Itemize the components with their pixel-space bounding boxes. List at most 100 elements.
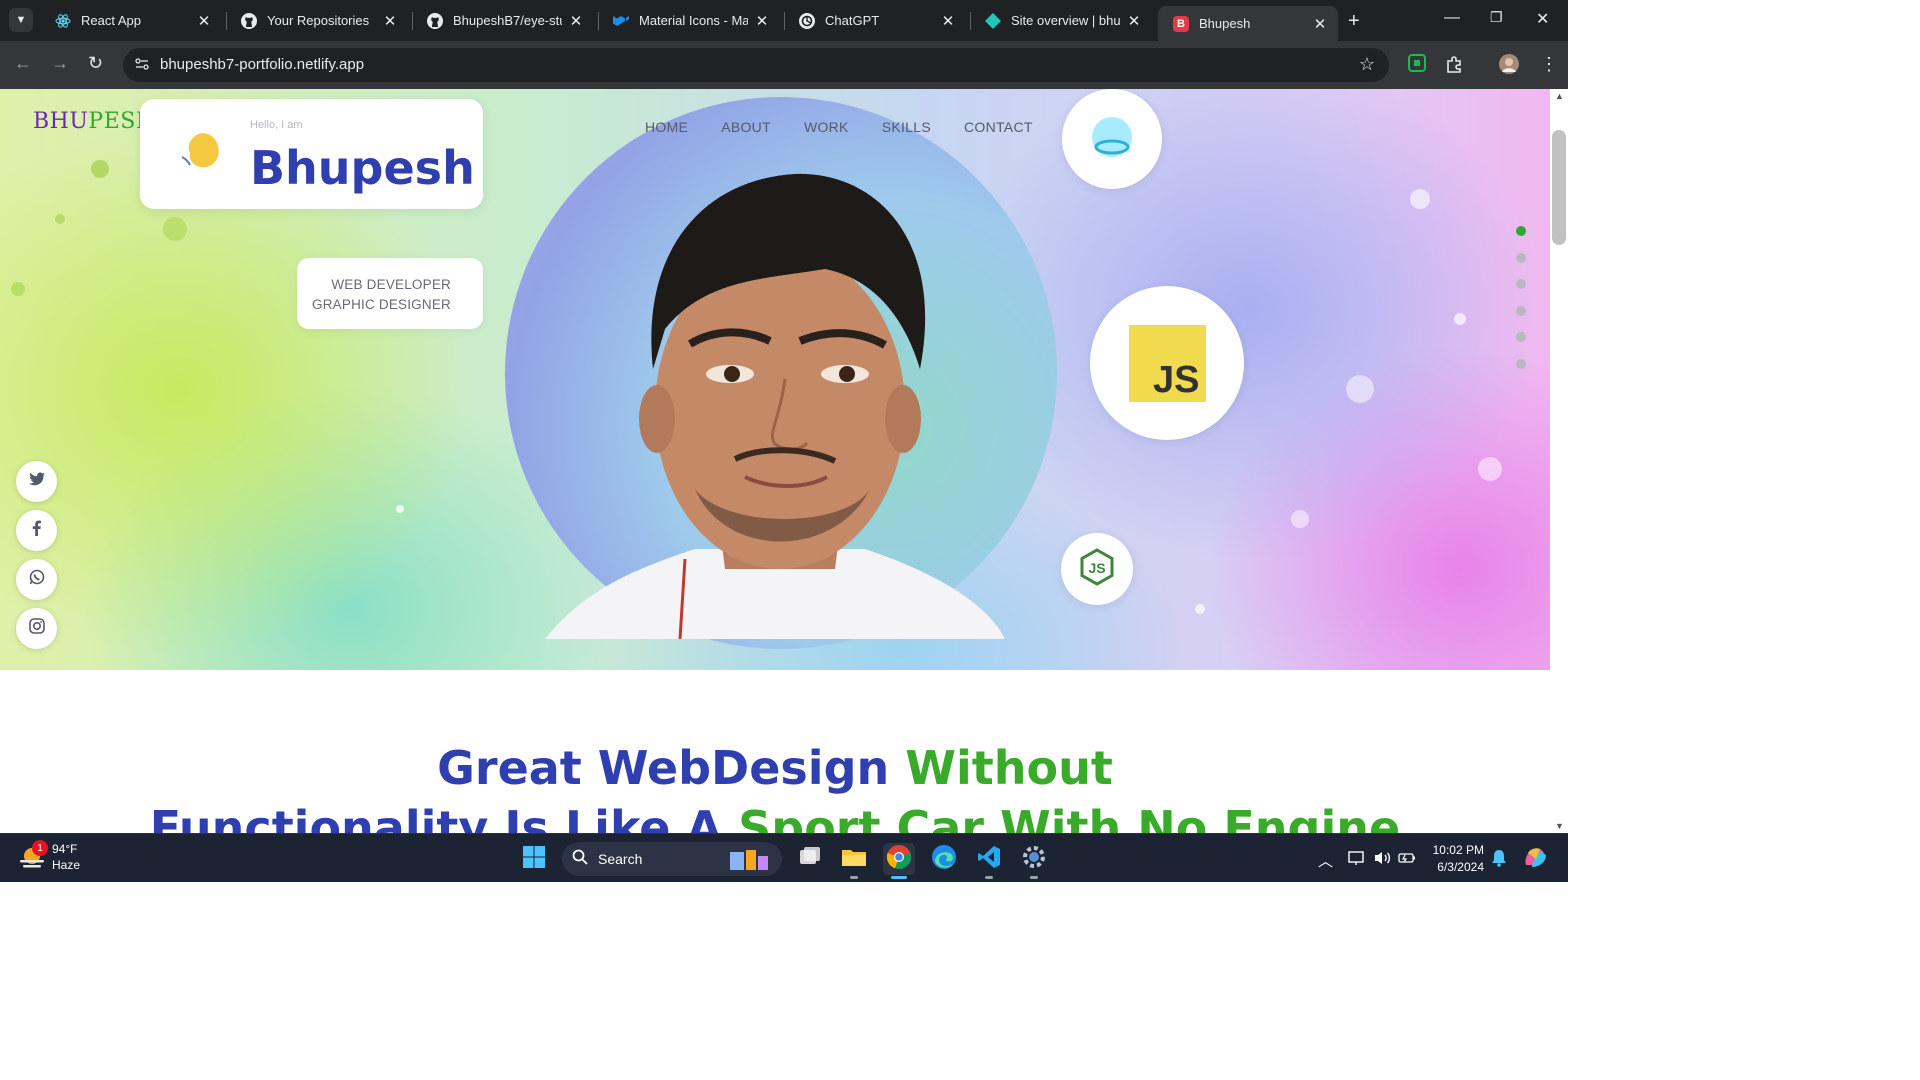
nodejs-badge: JS: [1061, 533, 1133, 605]
section-dot-4[interactable]: [1516, 305, 1526, 316]
section-dot-6[interactable]: [1516, 358, 1526, 369]
tab-close-icon[interactable]: ✕: [382, 12, 398, 30]
role-web-developer: WEB DEVELOPER: [331, 277, 451, 292]
role-card: WEB DEVELOPER GRAPHIC DESIGNER: [297, 258, 483, 329]
new-tab-button[interactable]: +: [1348, 10, 1360, 33]
nodejs-icon: JS: [1077, 547, 1117, 592]
chatgpt-icon: [798, 12, 816, 30]
instagram-icon: [28, 618, 45, 639]
show-hidden-icons-chevron-icon[interactable]: ︿: [1318, 850, 1333, 871]
taskbar-search-box[interactable]: Search: [562, 842, 782, 876]
section-dot-2[interactable]: [1516, 252, 1526, 263]
extension-green-icon[interactable]: [1408, 54, 1426, 77]
tab-chatgpt[interactable]: ChatGPT ✕: [784, 6, 966, 35]
settings-taskbar-button[interactable]: [1018, 843, 1050, 879]
whatsapp-button[interactable]: [16, 559, 57, 600]
profile-photo: [545, 173, 1005, 639]
tab-title: Your Repositories: [267, 13, 370, 28]
nav-about[interactable]: ABOUT: [721, 119, 771, 135]
tab-your-repositories[interactable]: Your Repositories ✕: [226, 6, 408, 35]
windows-start-button[interactable]: [518, 843, 550, 875]
tab-eye-studio-repo[interactable]: BhupeshB7/eye-studi ✕: [412, 6, 594, 35]
taskbar-clock[interactable]: 10:02 PM 6/3/2024: [1424, 842, 1484, 876]
extensions-puzzle-icon[interactable]: [1445, 54, 1465, 79]
scrollbar-thumb[interactable]: [1552, 130, 1566, 245]
back-button[interactable]: ←: [14, 53, 32, 74]
windows-logo-icon: [522, 845, 546, 874]
bookmark-star-icon[interactable]: ☆: [1359, 54, 1375, 75]
edge-taskbar-button[interactable]: [928, 843, 960, 875]
instagram-button[interactable]: [16, 608, 57, 649]
vscode-taskbar-button[interactable]: [973, 843, 1005, 879]
greeting-text: Hello, I am: [250, 119, 303, 131]
twitter-icon: [28, 472, 45, 491]
page-scrollbar[interactable]: ▲ ▼: [1550, 89, 1568, 833]
favicon-letter: B: [1173, 15, 1189, 32]
nav-contact[interactable]: CONTACT: [964, 119, 1033, 135]
nav-work[interactable]: WORK: [804, 119, 849, 135]
logo-part-1: BHU: [33, 109, 89, 134]
headline-line-2-green: Sport Car With No Engine: [738, 801, 1401, 833]
task-view-button[interactable]: [794, 843, 826, 875]
restore-button[interactable]: ❐: [1490, 9, 1503, 26]
tab-close-icon[interactable]: ✕: [1126, 12, 1142, 30]
nav-home[interactable]: HOME: [645, 119, 688, 135]
tab-close-icon[interactable]: ✕: [940, 12, 956, 30]
js-label: JS: [1153, 358, 1200, 401]
tab-close-icon[interactable]: ✕: [196, 12, 212, 30]
nav-skills[interactable]: SKILLS: [882, 119, 931, 135]
url-text: bhupeshb7-portfolio.netlify.app: [160, 56, 365, 73]
running-indicator: [985, 876, 993, 879]
vscode-icon: [977, 845, 1001, 874]
tab-bhupesh-active[interactable]: B Bhupesh ✕: [1158, 6, 1338, 41]
battery-icon[interactable]: [1398, 850, 1416, 870]
section-dot-3[interactable]: [1516, 279, 1526, 289]
site-info-icon[interactable]: [135, 57, 149, 74]
close-window-button[interactable]: ✕: [1536, 9, 1549, 29]
notification-bell-icon[interactable]: [1491, 849, 1507, 871]
facebook-button[interactable]: [16, 510, 57, 551]
profile-avatar[interactable]: [1498, 53, 1520, 80]
site-logo[interactable]: BHUPESH: [33, 109, 156, 134]
javascript-icon: JS: [1128, 324, 1206, 402]
react-icon: [54, 12, 72, 30]
search-icon: [572, 849, 588, 870]
chrome-menu-icon[interactable]: ⋮: [1540, 54, 1558, 75]
volume-icon[interactable]: [1373, 850, 1391, 870]
section-dot-1[interactable]: [1516, 226, 1526, 236]
chrome-taskbar-button[interactable]: [883, 843, 915, 879]
material-ui-icon: [612, 12, 630, 30]
browser-tab-bar: ▼ React App ✕ Your Repositories ✕ Bhupes…: [0, 0, 1568, 41]
whatsapp-icon: [29, 569, 45, 590]
tab-close-icon[interactable]: ✕: [754, 12, 770, 30]
svg-text:JS: JS: [1088, 560, 1105, 576]
copilot-icon[interactable]: [1522, 845, 1548, 875]
task-view-icon: [798, 846, 822, 873]
section-dot-5[interactable]: [1516, 332, 1526, 342]
reload-button[interactable]: ↻: [88, 53, 103, 74]
scroll-down-arrow-icon[interactable]: ▼: [1555, 821, 1564, 831]
tab-close-icon[interactable]: ✕: [1312, 15, 1328, 33]
clock-date: 6/3/2024: [1437, 860, 1484, 874]
minimize-button[interactable]: —: [1444, 9, 1460, 27]
tab-title: BhupeshB7/eye-studi: [453, 13, 562, 28]
section-dots-nav: [1516, 226, 1526, 385]
network-icon[interactable]: [1348, 850, 1366, 870]
windows-taskbar: 1 94°F Haze Search ︿ 10:02 PM 6/3/2024: [0, 833, 1568, 882]
address-bar[interactable]: bhupeshb7-portfolio.netlify.app ☆: [123, 48, 1389, 82]
tab-title: Site overview | bhupe: [1011, 13, 1120, 28]
twitter-button[interactable]: [16, 461, 57, 502]
headline-line-1-blue: Great WebDesign: [437, 741, 890, 795]
tab-material-icons[interactable]: Material Icons - Mate ✕: [598, 6, 780, 35]
weather-temperature: 94°F: [52, 842, 78, 856]
tab-close-icon[interactable]: ✕: [568, 12, 584, 30]
scroll-up-arrow-icon[interactable]: ▲: [1555, 91, 1564, 101]
tab-search-dropdown-button[interactable]: ▼: [9, 8, 33, 32]
hero-section: BHUPESH Hello, I am Bhupesh HOME ABOUT W…: [0, 89, 1550, 670]
file-explorer-button[interactable]: [838, 843, 870, 879]
tab-title: ChatGPT: [825, 13, 880, 28]
forward-button[interactable]: →: [51, 53, 69, 74]
tab-netlify-site-overview[interactable]: Site overview | bhupe ✕: [970, 6, 1152, 35]
tab-react-app[interactable]: React App ✕: [40, 6, 222, 35]
active-app-indicator: [891, 876, 907, 879]
